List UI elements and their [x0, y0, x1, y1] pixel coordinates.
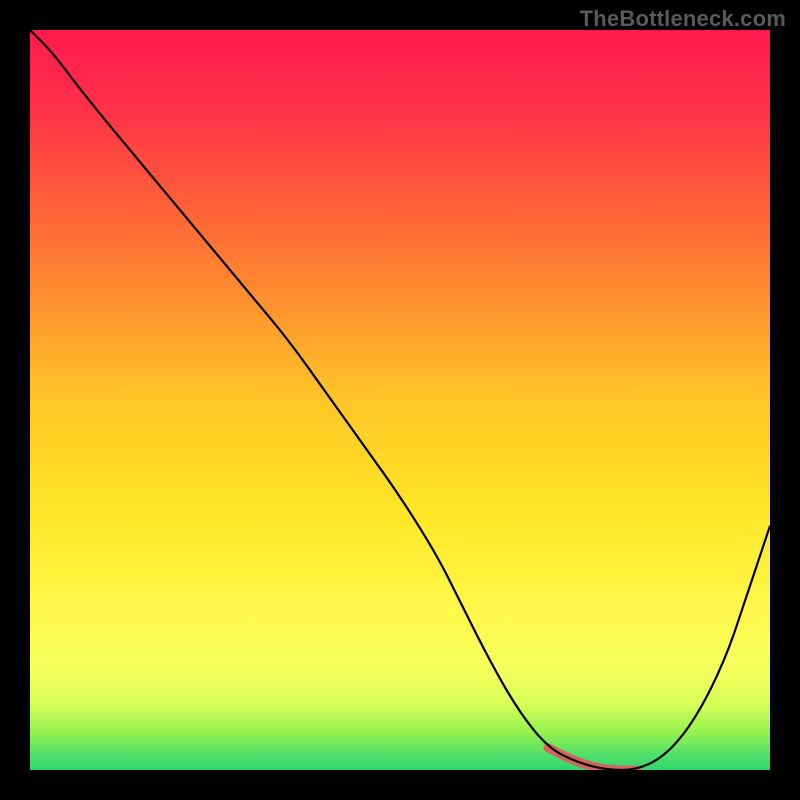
plot-area: [30, 30, 770, 770]
watermark-label: TheBottleneck.com: [580, 6, 786, 32]
plot-svg: [30, 30, 770, 770]
gradient-background: [30, 30, 770, 770]
chart-frame: TheBottleneck.com: [0, 0, 800, 800]
